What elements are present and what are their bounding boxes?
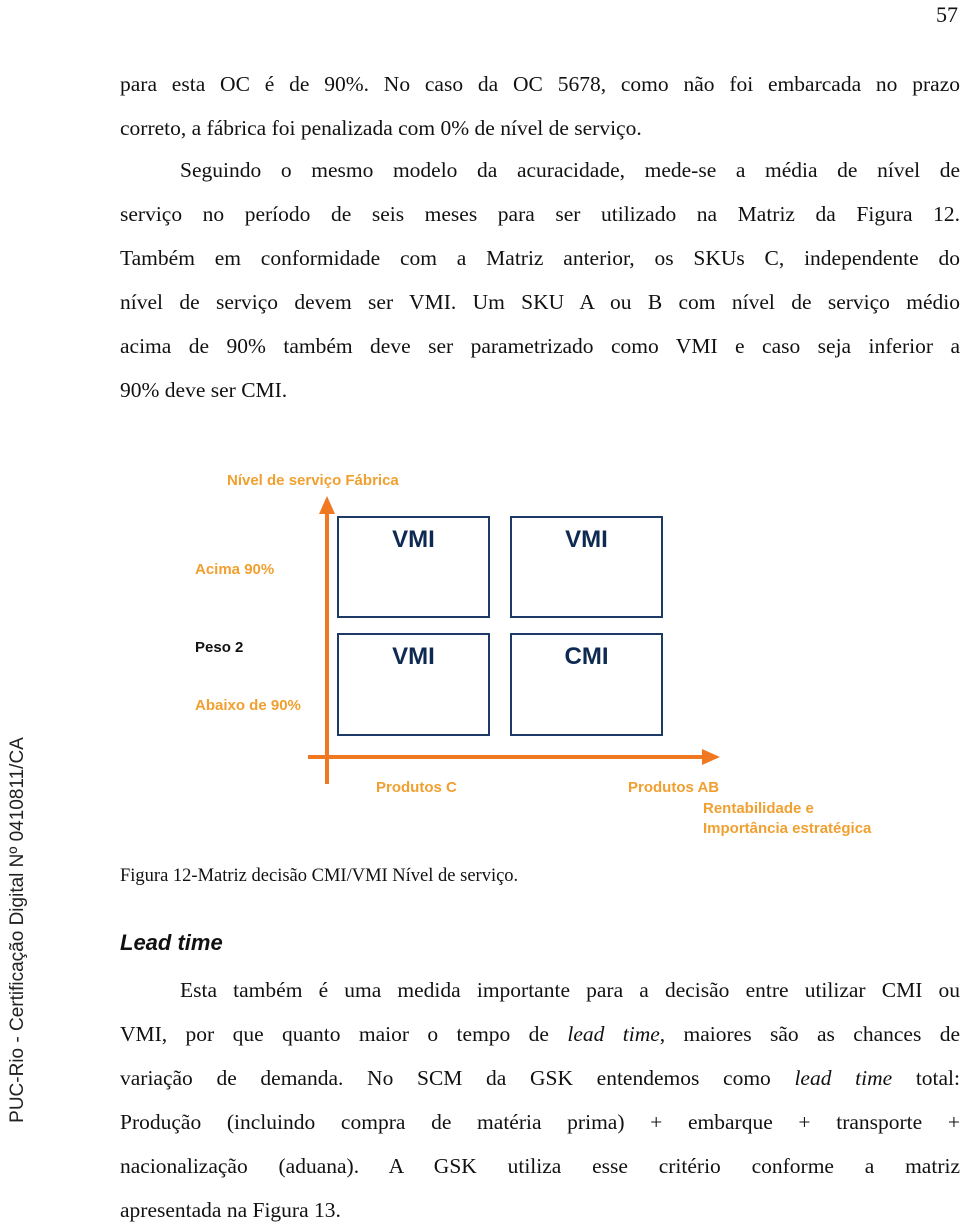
cell-label: VMI xyxy=(392,643,435,670)
y-label-weight: Peso 2 xyxy=(195,639,244,656)
matrix-cell-top-left: VMI xyxy=(337,516,490,618)
x-label-products-c: Produtos C xyxy=(376,779,457,796)
y-label-above-90: Acima 90% xyxy=(195,561,275,578)
cell-label: CMI xyxy=(564,643,609,670)
text-line: Esta também é uma medida importante para… xyxy=(180,978,960,1002)
cell-label: VMI xyxy=(565,526,608,553)
y-label-below-90: Abaixo de 90% xyxy=(195,697,301,714)
matrix-cell-bottom-right: CMI xyxy=(510,633,663,736)
x-axis-title-line1: Rentabilidade e xyxy=(703,800,814,817)
text-line: Produção (incluindo compra de matéria pr… xyxy=(120,1110,960,1134)
text-line: apresentada na Figura 13. xyxy=(120,1198,341,1222)
y-axis-title: Nível de serviço Fábrica xyxy=(227,472,399,489)
emphasis-lead-time: lead time xyxy=(794,1066,893,1090)
matrix-cell-bottom-left: VMI xyxy=(337,633,490,736)
text-run: variação de demanda. No SCM da GSK enten… xyxy=(120,1066,795,1090)
text-line: VMI, por que quanto maior o tempo de lea… xyxy=(120,1022,960,1046)
figure-caption: Figura 12-Matriz decisão CMI/VMI Nível d… xyxy=(120,866,519,886)
text-run: total: xyxy=(892,1066,960,1090)
section-heading: Lead time xyxy=(120,930,223,955)
text-run: , maiores são as chances de xyxy=(659,1022,960,1046)
text-line: variação de demanda. No SCM da GSK enten… xyxy=(120,1066,960,1090)
cell-label: VMI xyxy=(392,526,435,553)
x-label-products-ab: Produtos AB xyxy=(628,779,720,796)
emphasis-lead-time: lead time xyxy=(567,1022,660,1046)
x-axis-title-line2: Importância estratégica xyxy=(703,820,872,837)
x-axis-arrowhead xyxy=(702,749,720,765)
y-axis-arrowhead xyxy=(319,496,335,514)
text-run: VMI, por que quanto maior o tempo de xyxy=(120,1022,568,1046)
text-line: nacionalização (aduana). A GSK utiliza e… xyxy=(120,1154,960,1178)
matrix-cell-top-right: VMI xyxy=(510,516,663,618)
